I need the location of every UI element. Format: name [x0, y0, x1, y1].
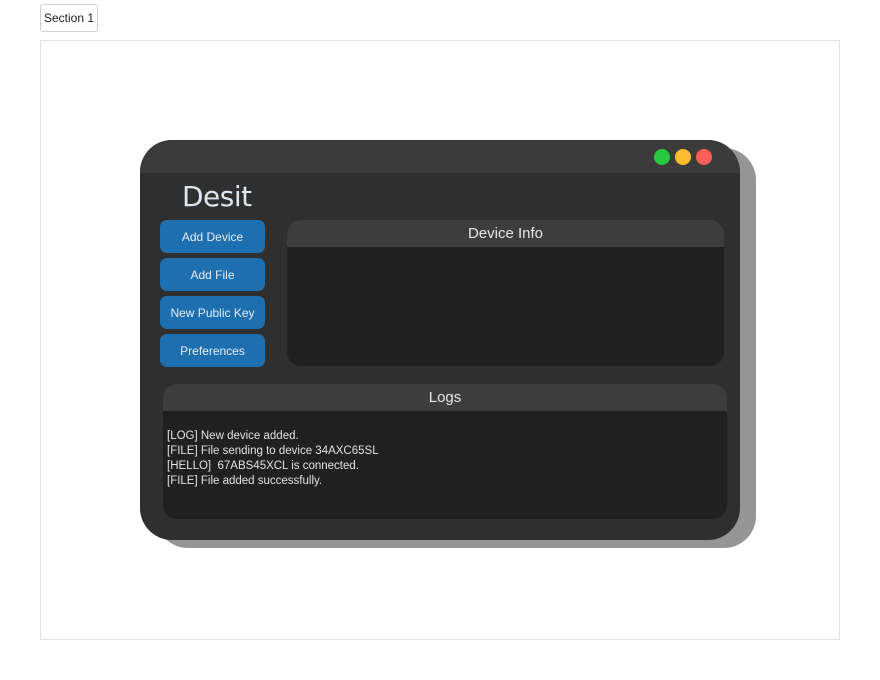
new-public-key-button[interactable]: New Public Key — [160, 296, 265, 329]
log-line: [FILE] File sending to device 34AXC65SL — [167, 445, 379, 457]
close-icon[interactable] — [696, 149, 712, 165]
log-list[interactable]: [LOG] New device added. [FILE] File send… — [163, 411, 727, 489]
minimize-icon[interactable] — [675, 149, 691, 165]
add-file-button[interactable]: Add File — [160, 258, 265, 291]
device-info-header: Device Info — [287, 220, 724, 247]
device-info-panel: Device Info — [287, 220, 724, 366]
maximize-icon[interactable] — [654, 149, 670, 165]
log-line: [FILE] File added successfully. — [167, 475, 323, 487]
app-title: Desit — [182, 180, 252, 213]
logs-panel: Logs [LOG] New device added. [FILE] File… — [163, 384, 727, 519]
preferences-button[interactable]: Preferences — [160, 334, 265, 367]
section-tab[interactable]: Section 1 — [40, 4, 98, 32]
window-titlebar[interactable] — [140, 140, 740, 173]
log-line: [HELLO] 67ABS45XCL is connected. — [167, 460, 359, 472]
add-device-button[interactable]: Add Device — [160, 220, 265, 253]
logs-header: Logs — [163, 384, 727, 411]
log-line: [LOG] New device added. — [167, 430, 299, 442]
app-window: Desit Add Device Add File New Public Key… — [140, 140, 740, 540]
